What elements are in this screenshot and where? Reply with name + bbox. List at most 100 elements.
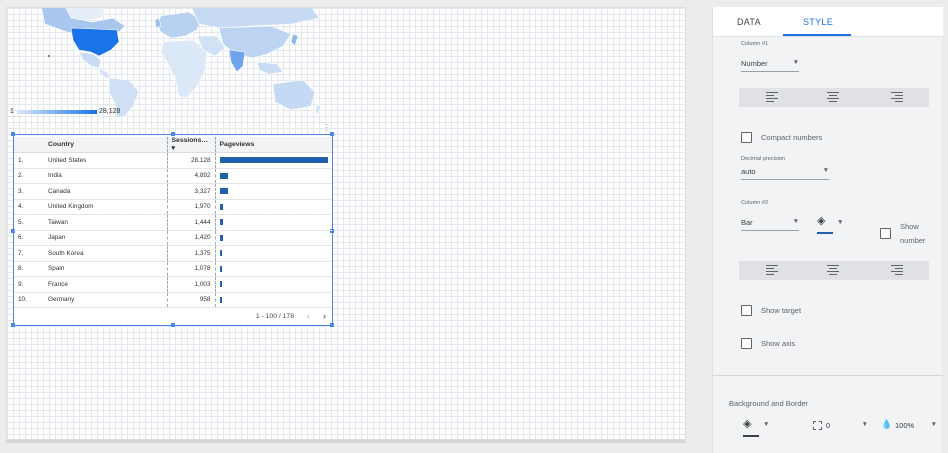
map-europe (156, 11, 202, 39)
row-sessions: 4,892 (167, 168, 216, 184)
previous-page-icon[interactable]: ‹ (307, 311, 310, 321)
active-tab-indicator (783, 34, 851, 36)
map-australia (272, 79, 316, 111)
row-index: 7. (14, 245, 44, 262)
align-right-icon[interactable] (891, 265, 905, 276)
chevron-down-icon[interactable]: ▼ (837, 219, 843, 226)
section-divider (713, 375, 943, 376)
table-row[interactable]: 8. Spain 1,078 (14, 261, 332, 277)
table-row[interactable]: 1. United States 28,128 (14, 152, 332, 169)
show-axis-checkbox[interactable] (741, 338, 752, 349)
row-country: Spain (44, 261, 168, 277)
table-row[interactable]: 9. France 1,003 (14, 276, 332, 293)
pageviews-bar (219, 203, 224, 210)
resize-handle-tc[interactable] (171, 132, 175, 136)
report-canvas[interactable]: 1 28,128 ⋮ Country Sessions…▾ Pageviews (6, 7, 686, 440)
column1-type-dropdown[interactable]: Number ▼ (741, 56, 799, 72)
background-border-title: Background and Border (729, 399, 809, 408)
header-sessions[interactable]: Sessions…▾ (167, 137, 216, 153)
row-pageviews (215, 199, 332, 215)
chevron-down-icon[interactable]: ▼ (763, 421, 769, 428)
row-country: France (44, 276, 168, 293)
resize-handle-tr[interactable] (330, 132, 334, 136)
pageviews-bar (219, 250, 223, 257)
row-pageviews (215, 183, 332, 200)
border-weight-dropdown[interactable]: 0 ▼ (826, 418, 868, 434)
show-target-checkbox[interactable] (741, 305, 752, 316)
row-index: 2. (14, 168, 44, 184)
column2-alignment-group (739, 261, 929, 280)
row-sessions: 1,970 (167, 199, 216, 215)
table-row[interactable]: 5. Taiwan 1,444 (14, 214, 332, 231)
decimal-precision-dropdown[interactable]: auto ▼ (741, 164, 829, 180)
row-sessions: 1,420 (167, 230, 216, 246)
align-center-icon[interactable] (827, 92, 841, 103)
map-india[interactable] (228, 49, 246, 73)
opacity-value: 100% (895, 421, 915, 430)
pagination-range: 1 - 100 / 178 (255, 313, 294, 320)
compact-numbers-checkbox[interactable] (741, 132, 752, 143)
pageviews-bar (219, 188, 228, 195)
table-row[interactable]: 6. Japan 1,420 (14, 230, 332, 246)
map-usa[interactable] (70, 27, 120, 57)
align-left-icon[interactable] (766, 92, 780, 103)
decimal-precision-value: auto (741, 167, 756, 176)
row-sessions: 1,444 (167, 214, 216, 231)
header-pageviews-label: Pageviews (219, 141, 255, 148)
row-index: 1. (14, 152, 44, 169)
show-target-label: Show target (761, 306, 802, 315)
header-country[interactable]: Country (44, 137, 168, 153)
report-editor: 1 28,128 ⋮ Country Sessions…▾ Pageviews (0, 0, 948, 453)
bar-color-picker[interactable]: ◈ (817, 214, 835, 234)
pageviews-bar (219, 219, 223, 226)
column2-type-dropdown[interactable]: Bar ▼ (741, 215, 799, 231)
panel-tabs: DATA STYLE (713, 7, 943, 37)
table-row[interactable]: 10. Germany 958 (14, 292, 332, 308)
row-country: Taiwan (44, 214, 168, 231)
column1-label: Column #1 (741, 41, 769, 47)
opacity-dropdown[interactable]: 100% ▼ (895, 418, 937, 434)
row-index: 10. (14, 292, 44, 308)
header-sessions-label: Sessions (171, 137, 202, 144)
chevron-down-icon: ▼ (792, 59, 799, 66)
fill-color-icon: ◈ (743, 418, 752, 430)
chevron-down-icon: ▼ (792, 218, 799, 225)
align-right-icon[interactable] (891, 92, 905, 103)
opacity-icon: 💧 (881, 419, 893, 429)
show-number-label-line2: number (900, 236, 926, 245)
properties-panel: DATA STYLE Column #1 Number ▼ Compact nu… (712, 7, 943, 453)
map-island-dot (48, 55, 50, 57)
tab-style[interactable]: STYLE (803, 17, 833, 27)
row-pageviews (215, 214, 332, 231)
row-country: United States (44, 152, 168, 169)
chevron-down-icon: ▼ (822, 167, 829, 174)
align-center-icon[interactable] (827, 265, 841, 276)
header-pageviews[interactable]: Pageviews (215, 137, 332, 153)
geo-map-chart[interactable] (21, 7, 321, 118)
bar-color-swatch (817, 232, 833, 234)
row-index: 5. (14, 214, 44, 231)
chart-more-options-icon[interactable]: ⋮ (323, 123, 331, 132)
tab-data[interactable]: DATA (737, 17, 761, 27)
table-row[interactable]: 3. Canada 3,327 (14, 183, 332, 200)
align-left-icon[interactable] (766, 265, 780, 276)
map-legend-max: 28,128 (99, 108, 121, 115)
data-table: Country Sessions…▾ Pageviews 1. United St… (14, 137, 332, 308)
row-pageviews (215, 245, 332, 262)
next-page-icon[interactable]: › (323, 311, 326, 321)
row-pageviews (215, 292, 332, 308)
resize-handle-tl[interactable] (11, 132, 15, 136)
canvas-scrollbar-track[interactable] (6, 440, 686, 443)
fill-color-icon: ◈ (817, 215, 826, 227)
row-country: India (44, 168, 168, 184)
table-row[interactable]: 4. United Kingdom 1,970 (14, 199, 332, 215)
background-color-picker[interactable]: ◈ (743, 417, 761, 437)
show-number-checkbox[interactable] (880, 228, 891, 239)
row-index: 6. (14, 230, 44, 246)
decimal-precision-label: Decimal precision (741, 156, 786, 162)
table-chart[interactable]: ⋮ Country Sessions…▾ Pageviews 1.United (11, 123, 334, 327)
map-legend-gradient (17, 110, 97, 114)
map-southeast-asia (256, 61, 284, 75)
table-row[interactable]: 2. India 4,892 (14, 168, 332, 184)
table-row[interactable]: 7. South Korea 1,375 (14, 245, 332, 262)
